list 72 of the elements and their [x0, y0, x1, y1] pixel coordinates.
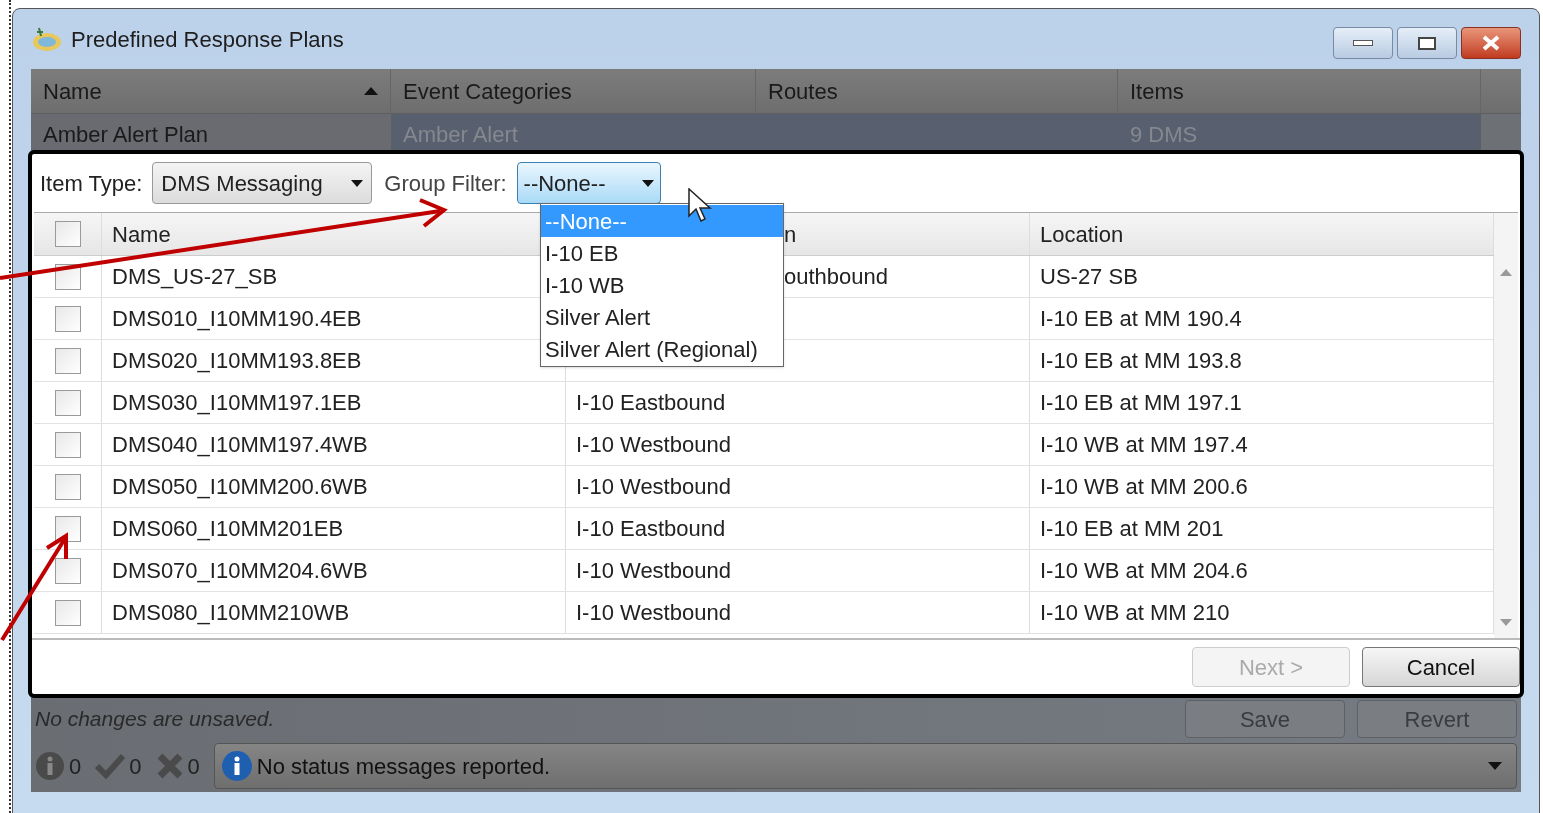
table-cell-text: outhbound: [784, 263, 888, 291]
status-message-bar[interactable]: No status messages reported.: [213, 743, 1517, 789]
maximize-button[interactable]: [1397, 27, 1457, 59]
count-label: 0: [129, 752, 142, 781]
field-label: Group Filter:: [384, 169, 507, 198]
scroll-up-icon[interactable]: [1500, 269, 1512, 276]
dropdown-option[interactable]: I-10 EB: [541, 237, 783, 269]
table-cell-text: DMS060_I10MM201EB: [112, 515, 344, 543]
close-button[interactable]: [1461, 27, 1521, 59]
caret-icon: [1488, 762, 1502, 770]
table-cell-text: I-10 WB at MM 200.6: [1040, 473, 1248, 501]
save-status-text: No changes are unsaved.: [35, 706, 275, 733]
table-cell-text: I-10 EB at MM 197.1: [1040, 389, 1242, 417]
scroll-down-icon[interactable]: [1500, 619, 1512, 626]
table-cell-text: I-10 EB at MM 201: [1040, 515, 1224, 543]
checkbox[interactable]: [54, 473, 81, 500]
checkbox[interactable]: [54, 347, 81, 374]
table-cell-text: DMS020_I10MM193.8EB: [112, 347, 362, 375]
caret-icon: [641, 179, 654, 187]
checkbox[interactable]: [54, 557, 81, 584]
table-cell-text: I-10 Westbound: [576, 557, 731, 585]
dropdown-option[interactable]: Silver Alert (Regional): [541, 333, 783, 365]
caret-icon: [351, 179, 364, 187]
table-cell-text: US-27 SB: [1040, 263, 1138, 291]
dialog-button[interactable]: Cancel: [1362, 647, 1520, 687]
status-message: No status messages reported.: [256, 752, 551, 781]
checkbox[interactable]: [54, 515, 81, 542]
table-cell-text: I-10 EB at MM 190.4: [1040, 305, 1242, 333]
table-cell-text: I-10 Westbound: [576, 473, 731, 501]
close-icon: [1482, 35, 1500, 51]
check-icon: [95, 753, 126, 779]
cross-icon: [155, 752, 184, 780]
table-cell-text: I-10 Eastbound: [576, 389, 726, 417]
column-header[interactable]: Items: [1118, 69, 1481, 113]
table-cell-text: I-10 WB at MM 197.4: [1040, 431, 1248, 459]
table-cell-text: I-10 Eastbound: [576, 515, 726, 543]
count-label: 0: [187, 752, 200, 781]
column-header[interactable]: Routes: [756, 69, 1118, 113]
table-cell-text: DMS070_I10MM204.6WB: [112, 557, 368, 585]
count-label: 0: [69, 752, 82, 781]
checkbox[interactable]: [54, 599, 81, 626]
column-header[interactable]: Name: [112, 217, 171, 251]
table-cell-text: DMS_US-27_SB: [112, 263, 278, 291]
table-cell-text: I-10 Westbound: [576, 431, 731, 459]
info-icon: [220, 750, 253, 782]
table-cell-text: DMS050_I10MM200.6WB: [112, 473, 368, 501]
table-cell-text: I-10 WB at MM 210: [1040, 599, 1230, 627]
table-cell-text: DMS030_I10MM197.1EB: [112, 389, 362, 417]
field-label: Item Type:: [40, 169, 143, 198]
dropdown-option[interactable]: I-10 WB: [541, 269, 783, 301]
column-header[interactable]: n: [784, 217, 797, 251]
info-icon: [35, 751, 65, 781]
column-header[interactable]: Name: [31, 69, 391, 113]
group-filter-dropdown[interactable]: --None--: [516, 162, 661, 204]
table-cell-text: I-10 WB at MM 204.6: [1040, 557, 1248, 585]
column-header[interactable]: Event Categories: [391, 69, 756, 113]
table-cell-text: DMS080_I10MM210WB: [112, 599, 350, 627]
minimize-button[interactable]: [1333, 27, 1393, 59]
app-icon: [31, 25, 63, 53]
column-header[interactable]: Location: [1040, 217, 1124, 251]
checkbox[interactable]: [54, 305, 81, 332]
checkbox[interactable]: [54, 389, 81, 416]
window-title: Predefined Response Plans: [71, 25, 344, 54]
table-cell-text: I-10 Westbound: [576, 599, 731, 627]
table-cell-text: DMS010_I10MM190.4EB: [112, 305, 362, 333]
scrollbar[interactable]: [1494, 213, 1518, 638]
table-cell-text: DMS040_I10MM197.4WB: [112, 431, 368, 459]
checkbox[interactable]: [54, 221, 81, 247]
dropdown-option[interactable]: Silver Alert: [541, 301, 783, 333]
checkbox[interactable]: [54, 431, 81, 458]
item-type-dropdown[interactable]: DMS Messaging: [152, 162, 373, 204]
table-cell-text: I-10 EB at MM 193.8: [1040, 347, 1242, 375]
